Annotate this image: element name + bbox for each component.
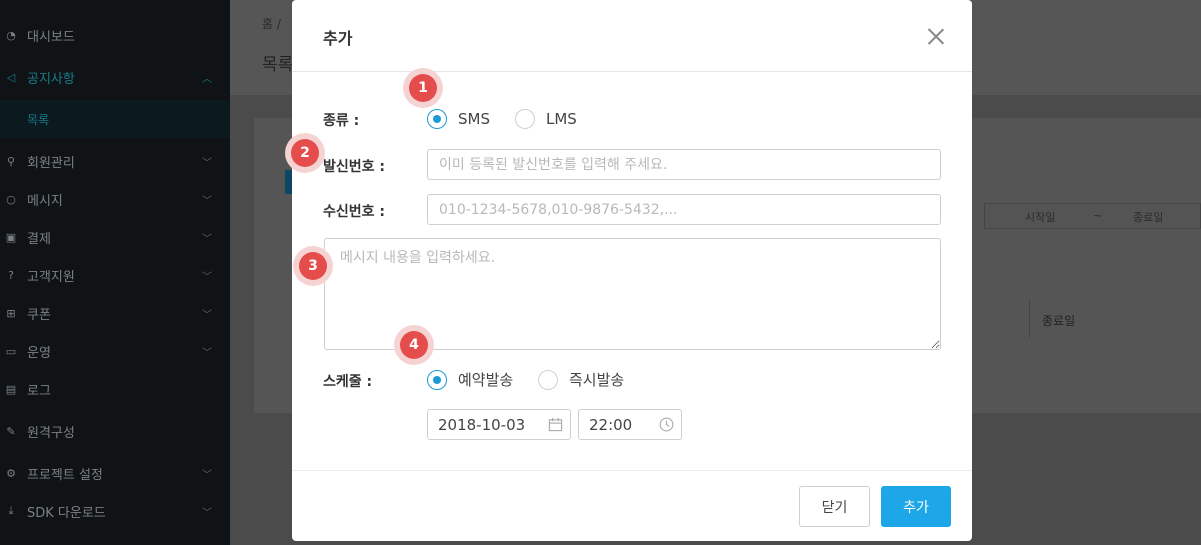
annotation-badge-2: 2: [285, 133, 325, 173]
sidebar-item-operation[interactable]: ▭ 운영 ﹀: [0, 332, 230, 370]
annotation-number: 2: [291, 139, 319, 167]
sidebar-item-label: 로그: [27, 383, 51, 399]
payment-icon: ▣: [5, 230, 17, 244]
annotation-number: 4: [400, 331, 428, 359]
radio-label: 예약발송: [458, 371, 514, 389]
sidebar-item-label: 공지사항: [27, 71, 75, 87]
time-picker[interactable]: 22:00: [578, 409, 682, 440]
add-button[interactable]: 추가: [881, 486, 951, 527]
type-label: 종류 :: [323, 113, 360, 129]
radio-label: 즉시발송: [569, 371, 625, 389]
schedule-radio-immediate[interactable]: 즉시발송: [538, 369, 624, 390]
help-icon: ?: [8, 268, 14, 282]
monitor-icon: ▭: [5, 344, 17, 358]
type-radio-sms[interactable]: SMS: [427, 109, 490, 129]
log-icon: ▤: [5, 382, 17, 396]
chevron-down-icon: ﹀: [202, 469, 212, 481]
clock-icon: [659, 417, 674, 432]
chevron-down-icon: ﹀: [202, 157, 212, 169]
megaphone-icon: ◁: [6, 70, 16, 84]
close-icon[interactable]: [928, 28, 944, 44]
chevron-down-icon: ﹀: [202, 507, 212, 519]
sidebar-item-log[interactable]: ▤ 로그: [0, 370, 230, 408]
sender-number-input[interactable]: [427, 149, 941, 180]
receiver-number-input[interactable]: [427, 194, 941, 225]
chevron-down-icon: ﹀: [202, 347, 212, 359]
sidebar-item-payment[interactable]: ▣ 결제 ﹀: [0, 218, 230, 256]
user-icon: ⚲: [6, 154, 16, 168]
sidebar: ◔ 대시보드 ◁ 공지사항 ︿ 목록 ⚲ 회원관리 ﹀ ○ 메시지 ﹀ ▣ 결제…: [0, 0, 230, 545]
page-title: 목록: [262, 55, 294, 75]
sidebar-item-project-settings[interactable]: ⚙ 프로젝트 설정 ﹀: [0, 454, 230, 492]
chevron-down-icon: ﹀: [202, 233, 212, 245]
date-end-placeholder: 종료일: [1133, 211, 1164, 224]
breadcrumb: 홈 /: [262, 17, 281, 31]
modal-title: 추가: [323, 29, 353, 48]
gear-icon: ⚙: [6, 466, 16, 480]
sidebar-item-remote-config[interactable]: ✎ 원격구성: [0, 412, 230, 450]
radio-unselected-icon: [538, 369, 558, 390]
sidebar-item-label: 회원관리: [27, 155, 75, 171]
wrench-icon: ✎: [6, 424, 16, 438]
time-value: 22:00: [589, 415, 633, 434]
add-message-modal: 추가 종류 : SMS LMS 발신번호 : 수신번호 : 스케줄 : 예약발송…: [285, 0, 972, 541]
sidebar-item-coupon[interactable]: ⊞ 쿠폰 ﹀: [0, 294, 230, 332]
sidebar-item-label: 대시보드: [27, 29, 75, 45]
sidebar-item-label: 메시지: [27, 193, 63, 209]
sidebar-item-label: 프로젝트 설정: [27, 467, 103, 483]
sidebar-subitem-label: 목록: [27, 112, 50, 127]
chevron-down-icon: ﹀: [202, 195, 212, 207]
radio-unselected-icon: [515, 109, 535, 129]
date-start-placeholder: 시작일: [1025, 211, 1056, 224]
sender-label: 발신번호 :: [323, 159, 385, 175]
radio-label: SMS: [458, 110, 490, 128]
download-icon: ⤓: [8, 504, 14, 517]
annotation-badge-4: 4: [394, 325, 434, 365]
sidebar-item-dashboard[interactable]: ◔ 대시보드: [0, 16, 230, 54]
sidebar-item-label: SDK 다운로드: [27, 505, 106, 521]
gift-icon: ⊞: [6, 306, 16, 320]
annotation-number: 1: [409, 74, 437, 102]
type-radio-lms[interactable]: LMS: [515, 109, 577, 129]
date-value: 2018-10-03: [438, 415, 526, 434]
sidebar-item-notice[interactable]: ◁ 공지사항 ︿: [0, 58, 230, 96]
sidebar-item-sdk-download[interactable]: ⤓ SDK 다운로드 ﹀: [0, 492, 230, 530]
sidebar-item-message[interactable]: ○ 메시지 ﹀: [0, 180, 230, 218]
annotation-badge-1: 1: [403, 68, 443, 108]
footer-divider: [292, 470, 972, 471]
schedule-label: 스케줄 :: [323, 374, 373, 390]
table-header-end-date: 종료일: [1042, 314, 1076, 328]
sidebar-item-label: 원격구성: [27, 425, 75, 441]
sidebar-item-label: 쿠폰: [27, 307, 51, 323]
sidebar-subitem-list[interactable]: 목록: [0, 100, 230, 138]
annotation-badge-3: 3: [293, 246, 333, 286]
receiver-label: 수신번호 :: [323, 204, 385, 220]
sidebar-item-label: 운영: [27, 345, 51, 361]
date-separator: ~: [1093, 209, 1103, 222]
sidebar-item-support[interactable]: ? 고객지원 ﹀: [0, 256, 230, 294]
table-divider: [1029, 300, 1030, 338]
radio-label: LMS: [546, 110, 577, 128]
date-picker[interactable]: 2018-10-03: [427, 409, 571, 440]
calendar-icon: [548, 417, 563, 432]
annotation-number: 3: [299, 252, 327, 280]
close-button[interactable]: 닫기: [799, 486, 870, 527]
gauge-icon: ◔: [6, 28, 16, 42]
radio-selected-icon: [427, 109, 447, 129]
chevron-down-icon: ﹀: [202, 309, 212, 321]
sidebar-item-label: 결제: [27, 231, 51, 247]
background-date-range: 시작일 ~ 종료일: [984, 203, 1201, 229]
modal-header: 추가: [292, 0, 972, 72]
sidebar-item-members[interactable]: ⚲ 회원관리 ﹀: [0, 142, 230, 180]
schedule-radio-reserved[interactable]: 예약발송: [427, 369, 513, 390]
radio-selected-icon: [427, 369, 447, 390]
chevron-up-icon: ︿: [202, 73, 212, 85]
sidebar-item-label: 고객지원: [27, 269, 75, 285]
chevron-down-icon: ﹀: [202, 271, 212, 283]
chat-icon: ○: [6, 192, 16, 206]
